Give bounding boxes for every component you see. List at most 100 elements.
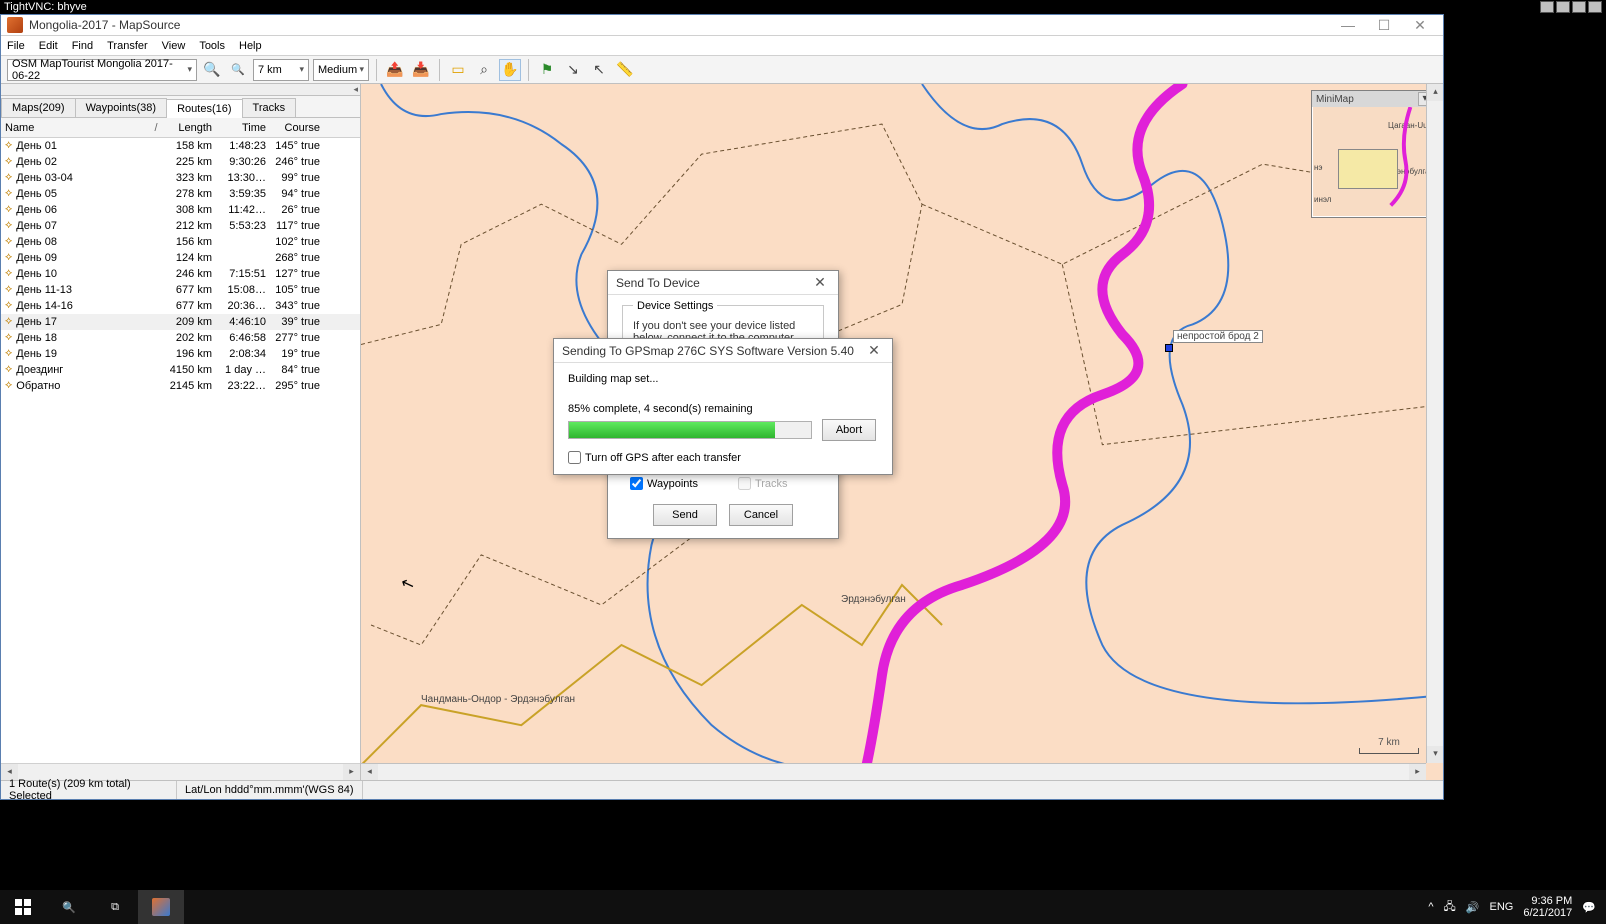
app-titlebar: Mongolia-2017 - MapSource — ☐ ✕ xyxy=(1,15,1443,36)
dlg-progress-close-button[interactable]: ✕ xyxy=(864,342,884,359)
status-selection: 1 Route(s) (209 km total) Selected xyxy=(1,781,177,799)
sidebar-collapse-handle[interactable]: ◂ xyxy=(1,84,360,96)
vnc-restore-button[interactable] xyxy=(1572,1,1586,13)
col-time[interactable]: Time xyxy=(212,122,266,134)
send-button[interactable]: Send xyxy=(653,504,717,526)
waypoint-label: непростой брод 2 xyxy=(1173,330,1263,343)
zoom-tool-button[interactable]: ⌕ xyxy=(473,59,495,81)
table-row[interactable]: ⟡День 03-04323 km13:30…99° true xyxy=(1,170,360,186)
map-pane[interactable]: Эрдэнэбулган Чандмань-Ондор - Эрдэнэбулг… xyxy=(361,84,1443,780)
dlg-device-close-button[interactable]: ✕ xyxy=(810,274,830,291)
menu-transfer[interactable]: Transfer xyxy=(107,40,148,52)
menu-find[interactable]: Find xyxy=(72,40,93,52)
tray-volume-icon[interactable]: 🔊 xyxy=(1466,901,1480,914)
zoom-out-button[interactable]: 🔍 xyxy=(227,59,249,81)
menu-edit[interactable]: Edit xyxy=(39,40,58,52)
map-hscroll[interactable]: ◂▸ xyxy=(361,763,1426,780)
menu-file[interactable]: File xyxy=(7,40,25,52)
tracks-checkbox: Tracks xyxy=(738,477,788,490)
grid-header: Name / Length Time Course xyxy=(1,118,360,138)
table-row[interactable]: ⟡День 08156 km102° true xyxy=(1,234,360,250)
tab-routes[interactable]: Routes(16) xyxy=(166,99,242,118)
vnc-minimize-button[interactable] xyxy=(1540,1,1554,13)
menu-view[interactable]: View xyxy=(162,40,186,52)
map-label-road: Чандмань-Ондор - Эрдэнэбулган xyxy=(421,694,575,705)
device-settings-group: Device Settings xyxy=(633,300,717,312)
grid-body[interactable]: ⟡День 01158 km1:48:23145° true⟡День 0222… xyxy=(1,138,360,763)
abort-button[interactable]: Abort xyxy=(822,419,876,441)
table-row[interactable]: ⟡День 19196 km2:08:3419° true xyxy=(1,346,360,362)
table-row[interactable]: ⟡Обратно2145 km23:22…295° true xyxy=(1,378,360,394)
table-row[interactable]: ⟡День 01158 km1:48:23145° true xyxy=(1,138,360,154)
waypoint-marker-icon[interactable] xyxy=(1165,344,1173,352)
table-row[interactable]: ⟡День 18202 km6:46:58277° true xyxy=(1,330,360,346)
measure-tool-button[interactable]: 📏 xyxy=(614,59,636,81)
toolbar: OSM MapTourist Mongolia 2017-06-22 🔍 🔍 7… xyxy=(1,56,1443,84)
menu-help[interactable]: Help xyxy=(239,40,262,52)
maximize-button[interactable]: ☐ xyxy=(1371,17,1397,34)
sending-progress-dialog: Sending To GPSmap 276C SYS Software Vers… xyxy=(553,338,893,475)
waypoints-checkbox[interactable]: Waypoints xyxy=(630,477,698,490)
start-button[interactable] xyxy=(0,890,46,924)
minimap-title: MiniMap xyxy=(1316,94,1354,105)
hand-tool-button[interactable]: ✋ xyxy=(499,59,521,81)
scroll-right-arrow-icon[interactable]: ▸ xyxy=(343,764,360,781)
tray-expand-icon[interactable]: ^ xyxy=(1428,901,1433,913)
minimap-panel[interactable]: MiniMap ▾ Цагаан-Uup Эрдэнэбулган нэ инэ… xyxy=(1311,90,1437,218)
vnc-maximize-button[interactable] xyxy=(1556,1,1570,13)
tab-waypoints[interactable]: Waypoints(38) xyxy=(75,98,168,117)
arrow-tool-button[interactable]: ↖ xyxy=(588,59,610,81)
tab-tracks[interactable]: Tracks xyxy=(242,98,297,117)
col-sort-indicator: / xyxy=(150,122,162,134)
sidebar-tabs: Maps(209) Waypoints(38) Routes(16) Track… xyxy=(1,96,360,118)
table-row[interactable]: ⟡День 05278 km3:59:3594° true xyxy=(1,186,360,202)
cancel-button[interactable]: Cancel xyxy=(729,504,793,526)
table-row[interactable]: ⟡День 02225 km9:30:26246° true xyxy=(1,154,360,170)
remote-desktop-blank xyxy=(1445,14,1606,800)
search-taskbar-button[interactable]: 🔍 xyxy=(46,890,92,924)
tab-maps[interactable]: Maps(209) xyxy=(1,98,76,117)
col-length[interactable]: Length xyxy=(162,122,212,134)
turn-off-gps-checkbox[interactable]: Turn off GPS after each transfer xyxy=(568,451,878,464)
taskbar-app-mapsource[interactable] xyxy=(138,890,184,924)
menu-tools[interactable]: Tools xyxy=(199,40,225,52)
vnc-title: TightVNC: bhyve xyxy=(4,1,87,13)
tray-notifications-icon[interactable]: 💬 xyxy=(1582,901,1596,914)
route-tool-button[interactable]: ↘ xyxy=(562,59,584,81)
waypoint-tool-button[interactable]: ⚑ xyxy=(536,59,558,81)
minimize-button[interactable]: — xyxy=(1335,17,1361,34)
selection-tool-button[interactable]: ▭ xyxy=(447,59,469,81)
task-view-button[interactable]: ⧉ xyxy=(92,890,138,924)
tray-language[interactable]: ENG xyxy=(1490,901,1514,913)
map-scale: 7 km xyxy=(1359,737,1419,754)
table-row[interactable]: ⟡День 10246 km7:15:51127° true xyxy=(1,266,360,282)
table-row[interactable]: ⟡День 11-13677 km15:08…105° true xyxy=(1,282,360,298)
table-row[interactable]: ⟡День 06308 km11:42…26° true xyxy=(1,202,360,218)
col-name[interactable]: Name xyxy=(5,122,150,134)
table-row[interactable]: ⟡День 09124 km268° true xyxy=(1,250,360,266)
send-to-device-button[interactable]: 📤 xyxy=(384,59,406,81)
detail-select[interactable]: Medium xyxy=(313,59,369,81)
vnc-close-button[interactable] xyxy=(1588,1,1602,13)
sidebar: ◂ Maps(209) Waypoints(38) Routes(16) Tra… xyxy=(1,84,361,780)
table-row[interactable]: ⟡День 17209 km4:46:1039° true xyxy=(1,314,360,330)
mapsource-window: Mongolia-2017 - MapSource — ☐ ✕ File Edi… xyxy=(0,14,1444,800)
col-course[interactable]: Course xyxy=(266,122,326,134)
map-product-select[interactable]: OSM MapTourist Mongolia 2017-06-22 xyxy=(7,59,197,81)
zoom-in-button[interactable]: 🔍 xyxy=(201,59,223,81)
tray-clock[interactable]: 9:36 PM 6/21/2017 xyxy=(1523,895,1572,919)
table-row[interactable]: ⟡День 14-16677 km20:36…343° true xyxy=(1,298,360,314)
minimap-body[interactable]: Цагаан-Uup Эрдэнэбулган нэ инэл xyxy=(1312,107,1436,217)
status-coord-format: Lat/Lon hddd°mm.mmm'(WGS 84) xyxy=(177,781,363,799)
table-row[interactable]: ⟡Доездинг4150 km1 day …84° true xyxy=(1,362,360,378)
scale-select[interactable]: 7 km xyxy=(253,59,309,81)
map-canvas xyxy=(361,84,1443,780)
windows-taskbar: 🔍 ⧉ ^ 🖧 🔊 ENG 9:36 PM 6/21/2017 💬 xyxy=(0,890,1606,924)
map-vscroll[interactable]: ▴▾ xyxy=(1426,84,1443,763)
receive-from-device-button[interactable]: 📥 xyxy=(410,59,432,81)
menubar: File Edit Find Transfer View Tools Help xyxy=(1,36,1443,56)
tray-network-icon[interactable]: 🖧 xyxy=(1444,898,1456,917)
table-row[interactable]: ⟡День 07212 km5:53:23117° true xyxy=(1,218,360,234)
close-button[interactable]: ✕ xyxy=(1407,17,1433,34)
app-icon xyxy=(7,17,23,33)
